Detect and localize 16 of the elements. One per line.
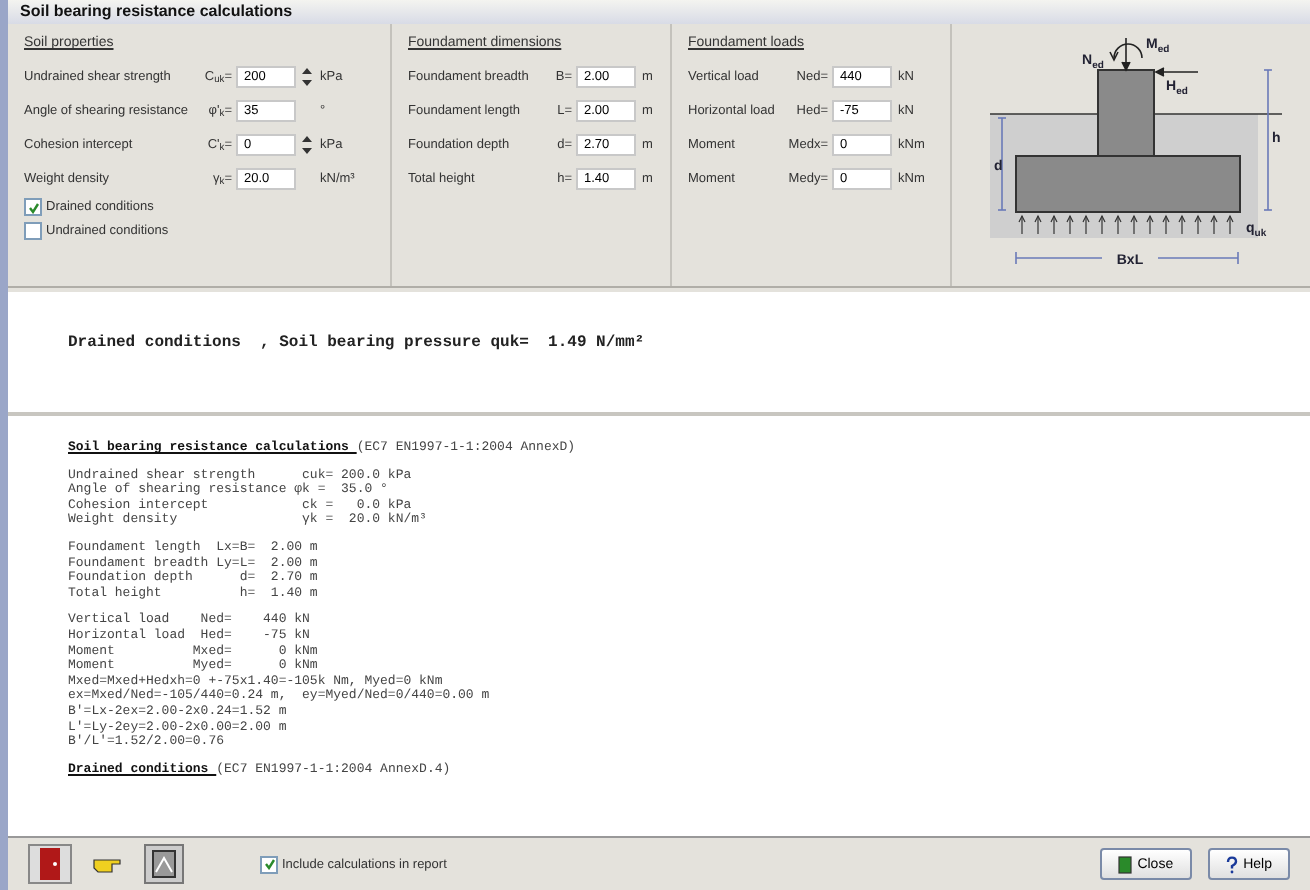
spinner-control[interactable] <box>300 133 314 155</box>
exit-icon <box>1117 855 1132 873</box>
horizontal-load-arrow <box>1153 67 1198 77</box>
axial-load-arrow <box>1120 37 1130 72</box>
result-text: Drained conditions , Soil bearing pressure quk= 1.49 N/mm² <box>68 334 645 352</box>
checkbox[interactable] <box>260 855 278 873</box>
depth-dimension-line <box>996 117 1006 211</box>
window-title: Soil bearing resistance calculations <box>8 0 1310 24</box>
moment-arrow <box>1108 43 1142 62</box>
checkbox[interactable] <box>24 198 42 216</box>
spinner-control[interactable] <box>300 65 314 87</box>
door-icon[interactable] <box>28 844 72 884</box>
checkbox[interactable] <box>24 222 42 240</box>
help-icon <box>1225 855 1238 873</box>
picture-icon[interactable] <box>144 844 184 884</box>
height-dimension-line <box>1262 69 1272 211</box>
